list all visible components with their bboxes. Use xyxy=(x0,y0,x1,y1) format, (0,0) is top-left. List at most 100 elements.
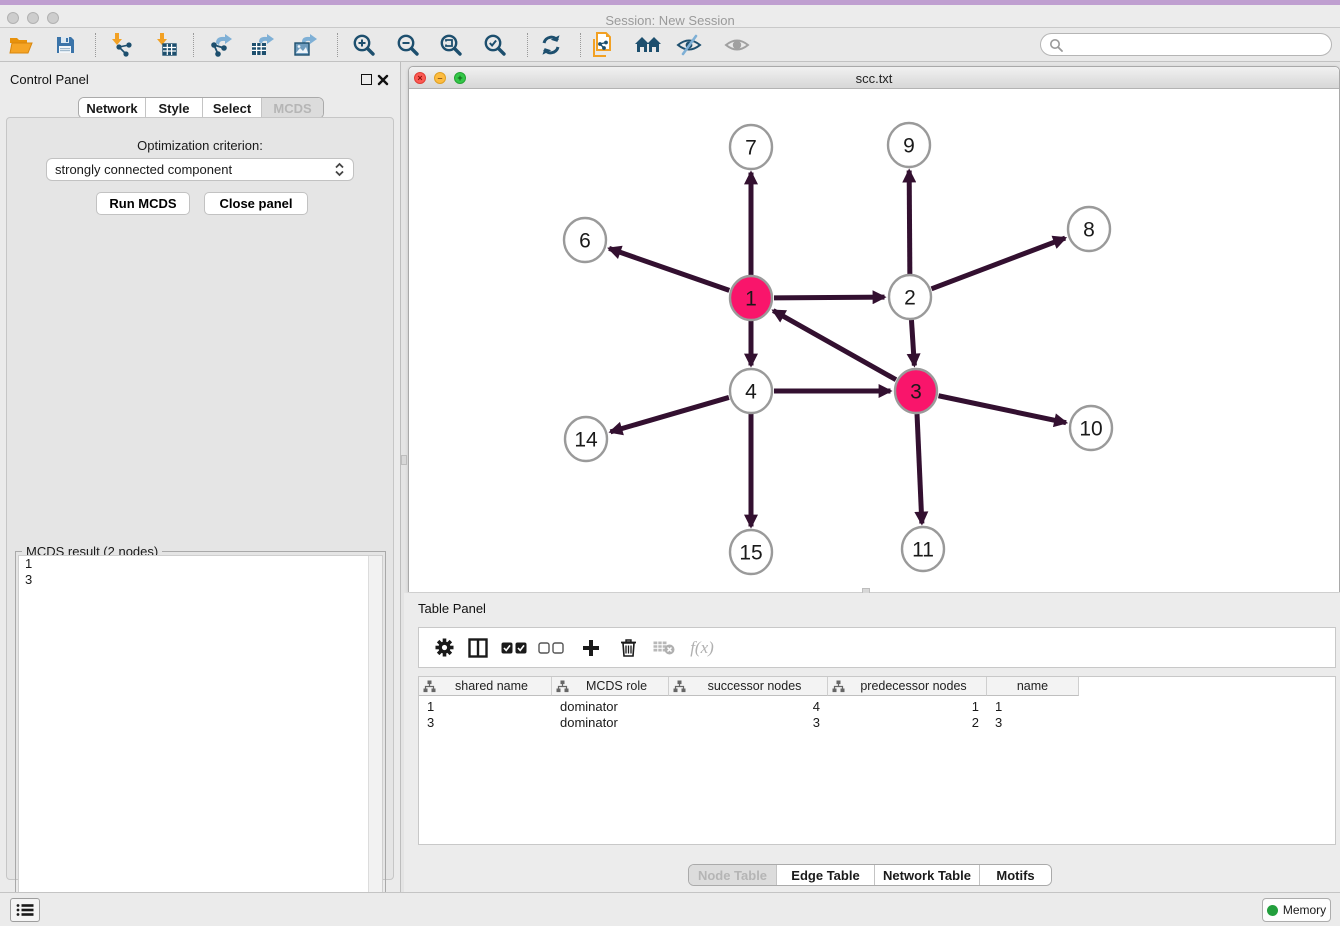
table-settings-button[interactable] xyxy=(427,628,461,667)
cell-name[interactable]: 1 xyxy=(987,698,1079,714)
run-mcds-button[interactable]: Run MCDS xyxy=(96,192,190,215)
unselect-all-columns-button[interactable] xyxy=(534,628,568,667)
search-input[interactable] xyxy=(1068,37,1331,52)
graph-edge-2-3[interactable] xyxy=(911,320,914,366)
zoom-selected-icon xyxy=(483,33,507,57)
table-row[interactable]: 1 dominator 4 1 1 xyxy=(419,698,1079,714)
graph-node-1[interactable]: 1 xyxy=(730,276,772,320)
export-network-icon xyxy=(210,33,234,57)
network-canvas[interactable]: 7 9 6 8 1 2 4 3 14 10 15 11 xyxy=(409,89,1339,592)
table-header-row: shared name MCDS role successor nodes xyxy=(419,677,1079,696)
splitpane-handle[interactable] xyxy=(401,455,407,465)
column-header-predecessor-nodes[interactable]: predecessor nodes xyxy=(828,677,987,696)
cell-shared-name[interactable]: 3 xyxy=(419,714,552,730)
delete-table-button[interactable] xyxy=(647,628,681,667)
task-history-button[interactable] xyxy=(10,898,40,922)
graph-node-6[interactable]: 6 xyxy=(564,218,606,262)
graph-edge-4-14[interactable] xyxy=(610,397,728,431)
table-row[interactable]: 3 dominator 3 2 3 xyxy=(419,714,1079,730)
fit-content-icon xyxy=(439,33,463,57)
cell-successor-nodes[interactable]: 4 xyxy=(669,698,828,714)
network-window-titlebar[interactable]: × – + scc.txt xyxy=(409,67,1339,89)
tab-motifs[interactable]: Motifs xyxy=(979,865,1051,885)
graph-node-8[interactable]: 8 xyxy=(1068,207,1110,251)
chevron-up-down-icon xyxy=(334,162,345,177)
eye-icon xyxy=(724,36,750,54)
refresh-layout-button[interactable] xyxy=(533,30,569,60)
mcds-result-textarea[interactable]: 1 3 xyxy=(18,555,383,920)
export-image-button[interactable] xyxy=(288,30,324,60)
result-scrollbar-track[interactable] xyxy=(368,556,382,919)
toolbar-separator xyxy=(193,33,194,57)
add-column-button[interactable] xyxy=(574,628,608,667)
control-panel-float-button[interactable] xyxy=(361,74,372,85)
zoom-out-button[interactable] xyxy=(390,30,426,60)
graph-edge-3-11[interactable] xyxy=(917,414,922,524)
tab-style[interactable]: Style xyxy=(145,98,202,118)
tab-network-table[interactable]: Network Table xyxy=(874,865,979,885)
import-table-button[interactable] xyxy=(148,30,184,60)
graph-node-2[interactable]: 2 xyxy=(889,275,931,319)
function-builder-button[interactable]: f(x) xyxy=(685,628,719,667)
graph-node-9[interactable]: 9 xyxy=(888,123,930,167)
graph-node-3[interactable]: 3 xyxy=(895,369,937,413)
clone-network-button[interactable] xyxy=(586,30,622,60)
control-panel-close-button[interactable] xyxy=(377,74,389,86)
open-session-button[interactable] xyxy=(3,30,39,60)
cell-successor-nodes[interactable]: 3 xyxy=(669,714,828,730)
export-table-button[interactable] xyxy=(245,30,281,60)
zoom-in-button[interactable] xyxy=(346,30,382,60)
column-header-mcds-role[interactable]: MCDS role xyxy=(552,677,669,696)
toolbar-search-field[interactable] xyxy=(1040,33,1332,56)
graph-node-label: 15 xyxy=(739,542,762,565)
trash-icon xyxy=(620,638,637,657)
delete-column-button[interactable] xyxy=(611,628,645,667)
fit-content-button[interactable] xyxy=(433,30,469,60)
import-network-button[interactable] xyxy=(104,30,140,60)
checked-boxes-icon xyxy=(501,642,527,654)
export-network-button[interactable] xyxy=(204,30,240,60)
graph-edge-2-9[interactable] xyxy=(909,170,910,274)
tab-mcds[interactable]: MCDS xyxy=(261,98,323,118)
graph-edge-1-2[interactable] xyxy=(774,297,885,298)
tab-edge-table[interactable]: Edge Table xyxy=(776,865,874,885)
graph-node-label: 11 xyxy=(912,539,934,562)
cell-mcds-role[interactable]: dominator xyxy=(552,698,669,714)
cell-predecessor-nodes[interactable]: 2 xyxy=(828,714,987,730)
houses-button[interactable] xyxy=(630,30,666,60)
tab-network[interactable]: Network xyxy=(79,98,145,118)
close-panel-button[interactable]: Close panel xyxy=(204,192,308,215)
graph-node-4[interactable]: 4 xyxy=(730,369,772,413)
cell-name[interactable]: 3 xyxy=(987,714,1079,730)
show-graphics-details-button[interactable] xyxy=(719,30,755,60)
graph-node-label: 1 xyxy=(745,288,757,311)
graph-node-11[interactable]: 11 xyxy=(902,527,944,571)
cell-mcds-role[interactable]: dominator xyxy=(552,714,669,730)
column-header-name[interactable]: name xyxy=(987,677,1079,696)
graph-node-10[interactable]: 10 xyxy=(1070,406,1112,450)
graph-node-label: 4 xyxy=(745,381,757,404)
graph-edge-2-8[interactable] xyxy=(932,238,1066,289)
cell-predecessor-nodes[interactable]: 1 xyxy=(828,698,987,714)
toolbar-separator xyxy=(95,33,96,57)
hide-graphics-details-button[interactable] xyxy=(671,30,707,60)
column-type-icon xyxy=(673,680,686,693)
select-all-columns-button[interactable] xyxy=(497,628,531,667)
graph-node-14[interactable]: 14 xyxy=(565,417,607,461)
split-view-button[interactable] xyxy=(461,628,495,667)
graph-edge-3-1[interactable] xyxy=(773,311,896,380)
status-bar: Memory xyxy=(0,892,1340,926)
graph-node-7[interactable]: 7 xyxy=(730,125,772,169)
tab-select[interactable]: Select xyxy=(202,98,261,118)
graph-edge-1-6[interactable] xyxy=(609,248,729,290)
tab-node-table[interactable]: Node Table xyxy=(689,865,776,885)
memory-button[interactable]: Memory xyxy=(1262,898,1331,922)
save-session-button[interactable] xyxy=(47,30,83,60)
cell-shared-name[interactable]: 1 xyxy=(419,698,552,714)
zoom-selected-button[interactable] xyxy=(477,30,513,60)
column-header-shared-name[interactable]: shared name xyxy=(419,677,552,696)
graph-node-15[interactable]: 15 xyxy=(730,530,772,574)
column-header-successor-nodes[interactable]: successor nodes xyxy=(669,677,828,696)
optimization-criterion-dropdown[interactable]: strongly connected component xyxy=(46,158,354,181)
graph-edge-3-10[interactable] xyxy=(939,396,1067,423)
